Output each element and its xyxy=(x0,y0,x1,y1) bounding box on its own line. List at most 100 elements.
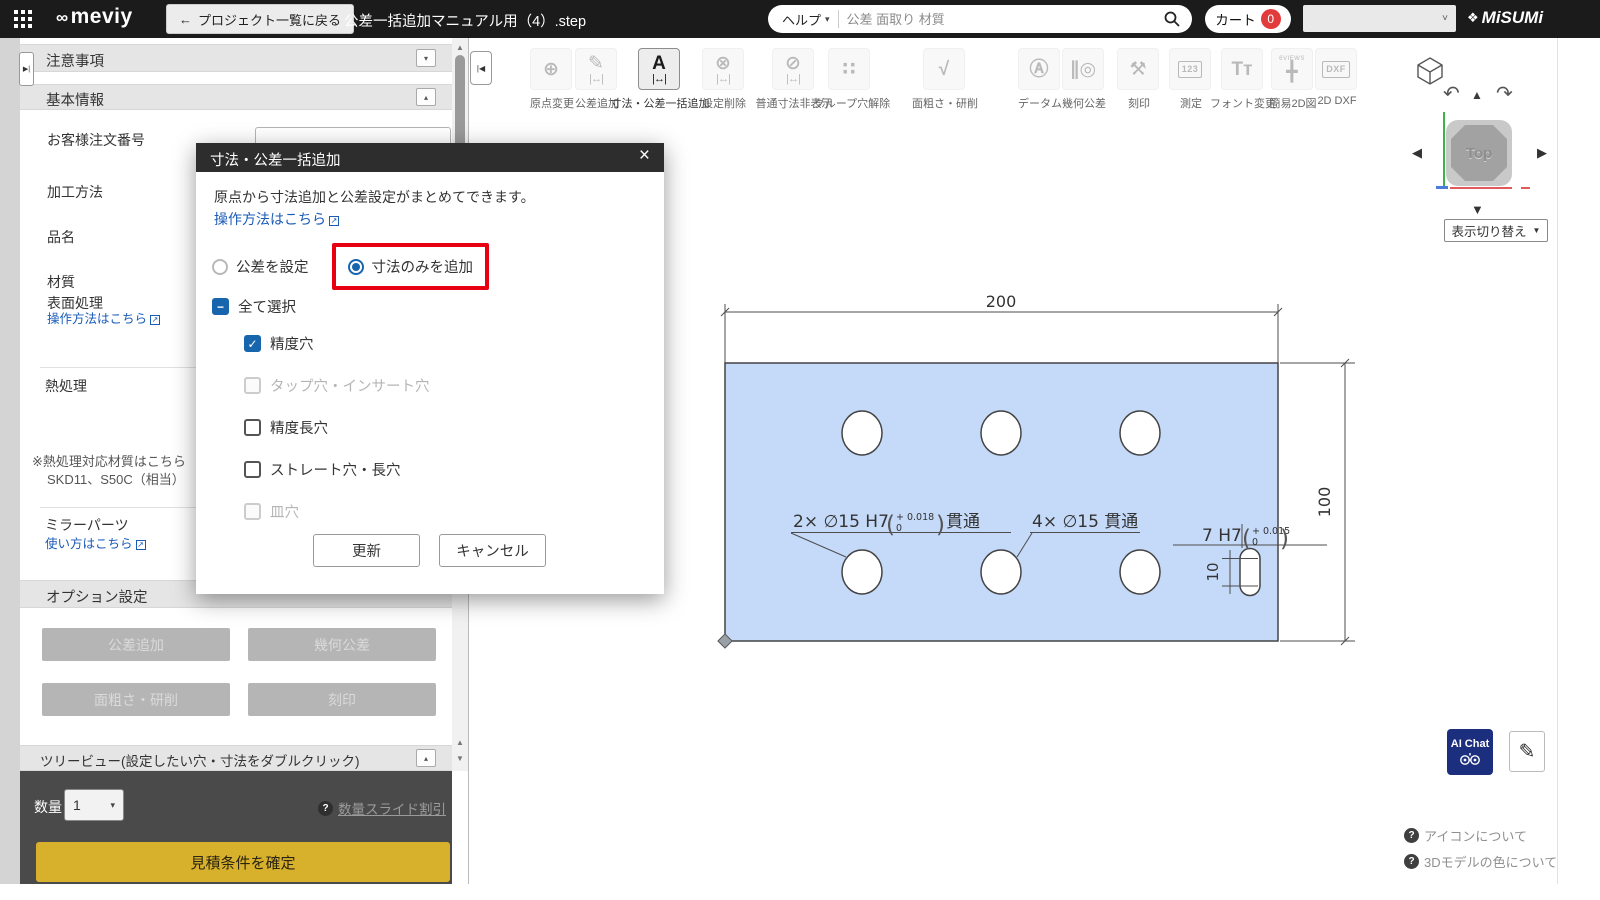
panel-expand-handle[interactable]: ▶| xyxy=(19,52,34,86)
scroll-up-icon[interactable]: ▲ xyxy=(452,735,468,749)
dim-slot-label: 10 xyxy=(1204,562,1222,581)
hole-type-row[interactable]: 皿穴 xyxy=(244,501,430,522)
chevron-down-icon: ▾ xyxy=(825,14,830,25)
select-all-row[interactable]: 全て選択 xyxy=(212,296,296,317)
document-title: 公差一括追加マニュアル用（4）.step xyxy=(344,10,586,31)
field-label-product-name: 品名 xyxy=(47,227,75,247)
toolbar-item[interactable]: ∷ グループ穴解除 xyxy=(828,48,876,112)
tool-icon: 6VIEWS ╋ xyxy=(1271,48,1313,90)
app-launcher-icon[interactable] xyxy=(14,10,32,28)
field-label-process: 加工方法 xyxy=(47,182,103,202)
toolbar-item[interactable]: A |↔| 寸法・公差一括追加 xyxy=(638,48,682,112)
view-left-icon[interactable]: ◀ xyxy=(1412,146,1422,159)
memo-button[interactable]: ✎ xyxy=(1509,731,1545,772)
heat-note-line2: SKD11、S50C（相当） xyxy=(47,469,185,488)
search-icon[interactable] xyxy=(1164,11,1180,27)
toolbar-item[interactable]: Tт フォント変更 xyxy=(1221,48,1265,112)
option-button[interactable]: 公差追加 xyxy=(42,628,230,661)
collapse-toggle-icon[interactable]: ▴ xyxy=(416,88,436,106)
toolbar-item[interactable]: Ⓐ データム xyxy=(1018,48,1062,112)
mirror-help-link[interactable]: 使い方はこちら↗ xyxy=(45,533,146,552)
axis-x-red xyxy=(1450,187,1512,189)
option-buttons: 公差追加幾何公差面粗さ・研削刻印 xyxy=(42,628,442,716)
quantity-discount-link[interactable]: ? 数量スライド割引 xyxy=(318,798,446,818)
toolbar-item[interactable]: ⊗ |↔| 設定削除 xyxy=(702,48,746,112)
toolbar-item[interactable]: ⊕ 原点変更 xyxy=(530,48,574,112)
hole-type-checkbox[interactable] xyxy=(244,503,261,520)
search-input[interactable] xyxy=(839,12,1164,27)
hole-type-row[interactable]: ストレート穴・長穴 xyxy=(244,459,430,480)
section-header-basic[interactable]: 基本情報 ▴ xyxy=(20,84,452,110)
cube-icon[interactable] xyxy=(1416,56,1444,86)
view-right-icon[interactable]: ▶ xyxy=(1537,146,1547,159)
option-button[interactable]: 面粗さ・研削 xyxy=(42,683,230,716)
note-2x-suffix: 貫通 xyxy=(946,512,980,532)
radio-tolerance-label[interactable]: 公差を設定 xyxy=(236,256,309,277)
help-dropdown[interactable]: ヘルプ▾ xyxy=(768,10,839,28)
hole-type-row[interactable]: 精度長穴 xyxy=(244,417,430,438)
scroll-up-icon[interactable]: ▲ xyxy=(452,40,468,54)
top-bar: ∞meviy ← プロジェクト一覧に戻る 公差一括追加マニュアル用（4）.ste… xyxy=(0,0,1600,38)
hole-type-row[interactable]: タップ穴・インサート穴 xyxy=(244,375,430,396)
quantity-select[interactable]: 1▾ xyxy=(64,789,124,821)
radio-dimension-only-label[interactable]: 寸法のみを追加 xyxy=(372,256,474,277)
tool-icon: ✎ |↔| xyxy=(575,48,617,90)
toolbar-item[interactable]: 6VIEWS ╋ 簡易2D図 xyxy=(1271,48,1315,112)
toolbar-item[interactable]: 123 測定 xyxy=(1169,48,1213,112)
hole-type-checkbox[interactable] xyxy=(244,419,261,436)
toolbar-item[interactable]: ⊘ |↔| 普通寸法非表示 xyxy=(772,48,816,112)
back-to-projects-button[interactable]: ← プロジェクト一覧に戻る xyxy=(166,4,354,34)
toolbar-item[interactable]: ∥◎ 幾何公差 xyxy=(1062,48,1106,112)
section-header-notice[interactable]: 注意事項 ▾ xyxy=(20,44,452,72)
note-4x: 4× ∅15 貫通 xyxy=(1032,512,1138,532)
quantity-label: 数量 xyxy=(34,797,62,817)
confirm-quote-button[interactable]: 見積条件を確定 xyxy=(36,842,450,882)
section-header-tree[interactable]: ツリービュー(設定したい穴・寸法をダブルクリック) ▴ xyxy=(20,745,452,771)
external-link-icon: ↗ xyxy=(136,540,146,550)
tool-icon: √ xyxy=(923,48,965,90)
cancel-button[interactable]: キャンセル xyxy=(439,534,546,567)
hole-type-row[interactable]: 精度穴 xyxy=(244,333,430,354)
option-button[interactable]: 幾何公差 xyxy=(248,628,436,661)
toolbar-item[interactable]: DXF 2D DXF xyxy=(1315,48,1359,112)
radio-dimension-only[interactable] xyxy=(348,259,364,275)
view-down-icon[interactable]: ▼ xyxy=(1471,203,1484,216)
hole-type-checkbox[interactable] xyxy=(244,461,261,478)
toolbar-item[interactable]: ⚒ 刻印 xyxy=(1117,48,1161,112)
hole-type-checkbox[interactable] xyxy=(244,335,261,352)
close-icon[interactable]: × xyxy=(635,145,654,167)
scroll-down-icon[interactable]: ▼ xyxy=(452,751,468,765)
update-button[interactable]: 更新 xyxy=(313,534,420,567)
radio-tolerance[interactable] xyxy=(212,259,228,275)
view-cube-face[interactable]: Top xyxy=(1451,125,1507,181)
option-button[interactable]: 刻印 xyxy=(248,683,436,716)
help-link[interactable]: ? 3Dモデルの色について xyxy=(1404,852,1557,871)
panel-collapse-button[interactable]: |◀ xyxy=(470,51,492,85)
surface-help-link[interactable]: 操作方法はこちら↗ xyxy=(47,308,160,327)
cart-button[interactable]: カート 0 xyxy=(1205,5,1291,33)
back-arrow-icon: ← xyxy=(179,12,192,27)
dialog-title-bar[interactable]: 寸法・公差一括追加 × xyxy=(196,143,664,172)
canvas-help-links: ? アイコンについて ? 3Dモデルの色について xyxy=(1404,826,1557,871)
toolbar-item[interactable]: √ 面粗さ・研削 xyxy=(923,48,967,112)
language-select[interactable]: ˅ xyxy=(1303,5,1456,32)
hole-type-checkbox[interactable] xyxy=(244,377,261,394)
select-all-checkbox[interactable] xyxy=(212,298,229,315)
question-icon: ? xyxy=(318,801,333,816)
help-link[interactable]: ? アイコンについて xyxy=(1404,826,1557,845)
collapse-toggle-icon[interactable]: ▴ xyxy=(416,749,436,767)
collapse-toggle-icon[interactable]: ▾ xyxy=(416,49,436,67)
tilt-up-icon[interactable]: ▲ xyxy=(1471,88,1483,102)
canvas-right-divider xyxy=(1557,38,1558,884)
view-cube[interactable]: Top xyxy=(1446,120,1512,186)
ai-chat-button[interactable]: AI Chat xyxy=(1447,729,1493,775)
meviy-logo[interactable]: ∞meviy xyxy=(56,5,133,29)
note-2x: 2× ∅15 H7 xyxy=(793,512,889,532)
tool-icon: A |↔| xyxy=(638,48,680,90)
tool-icon: ∷ xyxy=(828,48,870,90)
rotate-left-icon[interactable]: ↶ xyxy=(1443,84,1460,104)
display-switch-button[interactable]: 表示切り替え▼ xyxy=(1444,219,1548,242)
dialog-help-link[interactable]: 操作方法はこちら↗ xyxy=(214,209,339,229)
rotate-right-icon[interactable]: ↷ xyxy=(1496,84,1513,104)
misumi-logo: ❖ MiSUMi xyxy=(1467,8,1543,28)
